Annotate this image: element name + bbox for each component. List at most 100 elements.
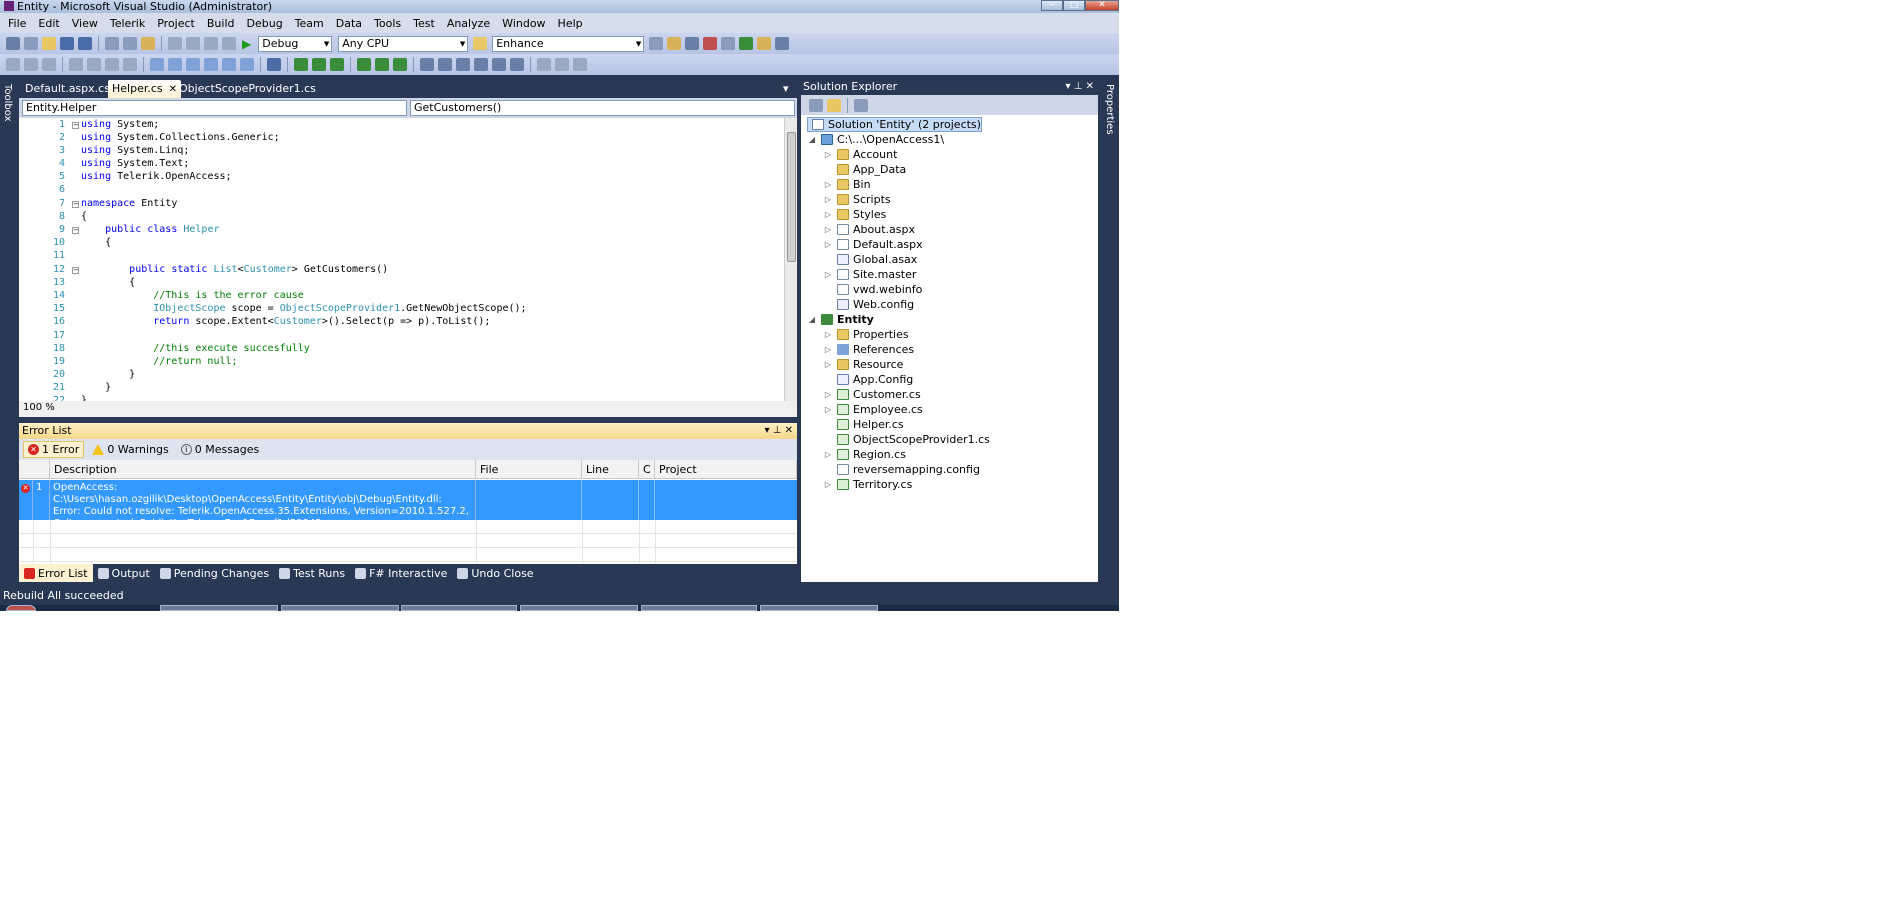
tab-undo-close[interactable]: Undo Close	[452, 564, 538, 582]
extension-manager-icon[interactable]	[739, 37, 754, 50]
close-window-button[interactable]: ✕	[1085, 0, 1119, 11]
collapse-icon[interactable]: −	[72, 267, 79, 274]
increase-indent-icon[interactable]	[87, 58, 101, 71]
command-window-icon[interactable]	[775, 37, 790, 50]
tree-item-reversemapping-config[interactable]: reversemapping.config	[823, 462, 980, 477]
expand-arrow-icon[interactable]: ▷	[823, 477, 833, 492]
copy-icon[interactable]	[123, 37, 137, 50]
column-header-project[interactable]: Project	[655, 460, 797, 479]
save-icon[interactable]	[60, 37, 74, 50]
expand-arrow-icon[interactable]: ▷	[823, 327, 833, 342]
menu-test[interactable]: Test	[407, 17, 441, 30]
solution-platform-combo[interactable]: Any CPU ▼	[338, 35, 469, 52]
align-centers-icon[interactable]	[456, 58, 470, 71]
previous-bookmark-icon[interactable]	[168, 58, 182, 71]
step-over-icon[interactable]	[294, 58, 308, 71]
tab-objectscopeprovider1-cs[interactable]: ObjectScopeProvider1.cs	[175, 80, 320, 98]
menu-data[interactable]: Data	[330, 17, 368, 30]
solution-configuration-combo[interactable]: Debug ▼	[258, 35, 333, 52]
find-combo[interactable]: Enhance ▼	[492, 35, 645, 52]
collapse-arrow-icon[interactable]: ◢	[807, 312, 817, 327]
bookmark-icon[interactable]	[150, 58, 164, 71]
members-combo[interactable]: GetCustomers()	[410, 100, 795, 116]
menu-team[interactable]: Team	[289, 17, 330, 30]
previous-bookmark-folder-icon[interactable]	[204, 58, 218, 71]
add-item-icon[interactable]	[24, 37, 38, 50]
taskbar-button[interactable]	[281, 605, 399, 611]
align-middles-icon[interactable]	[510, 58, 524, 71]
navigate-backward-icon[interactable]	[204, 37, 218, 50]
tree-item-employee-cs[interactable]: ▷ Employee.cs	[823, 402, 923, 417]
menu-tools[interactable]: Tools	[368, 17, 407, 30]
close-icon[interactable]: ✕	[785, 425, 793, 436]
tree-item-scripts[interactable]: ▷ Scripts	[823, 192, 891, 207]
run-all-tests-icon[interactable]	[393, 58, 407, 71]
paste-icon[interactable]	[141, 37, 155, 50]
toolbox-tab[interactable]: Toolbox	[2, 84, 13, 122]
menu-debug[interactable]: Debug	[241, 17, 289, 30]
menu-edit[interactable]: Edit	[32, 17, 65, 30]
expand-arrow-icon[interactable]: ▷	[823, 192, 833, 207]
tree-item-references[interactable]: ▷ References	[823, 342, 914, 357]
tree-item-customer-cs[interactable]: ▷ Customer.cs	[823, 387, 921, 402]
make-same-width-icon[interactable]	[537, 58, 551, 71]
collapse-icon[interactable]: −	[72, 122, 79, 129]
table-row[interactable]: ✕ 1 OpenAccess: C:\Users\hasan.ozgilik\D…	[19, 480, 797, 529]
window-position-icon[interactable]: ▾	[764, 425, 769, 436]
align-rights-icon[interactable]	[474, 58, 488, 71]
run-to-cursor-icon[interactable]	[330, 58, 344, 71]
errors-filter-button[interactable]: ✕ 1 Error	[23, 441, 85, 458]
properties-tab[interactable]: Properties	[1104, 84, 1115, 135]
navigate-forward-icon[interactable]	[222, 37, 236, 50]
expand-arrow-icon[interactable]: ▷	[823, 177, 833, 192]
tab-helper-cs[interactable]: Helper.cs ✕	[108, 80, 182, 98]
scrollbar-thumb[interactable]	[787, 132, 796, 262]
expand-arrow-icon[interactable]: ▷	[823, 222, 833, 237]
undo-icon[interactable]	[168, 37, 182, 50]
tree-item-styles[interactable]: ▷ Styles	[823, 207, 886, 222]
collapse-icon[interactable]: −	[72, 227, 79, 234]
column-header-column[interactable]: C	[639, 460, 655, 479]
tree-item-helper-cs[interactable]: Helper.cs	[823, 417, 904, 432]
zoom-level-combo[interactable]: 100 %	[23, 402, 55, 413]
menu-analyze[interactable]: Analyze	[441, 17, 496, 30]
save-all-icon[interactable]	[78, 37, 92, 50]
properties-window-icon[interactable]	[667, 37, 682, 50]
properties-icon[interactable]	[809, 98, 823, 112]
messages-filter-button[interactable]: i0 Messages	[177, 442, 263, 457]
expand-arrow-icon[interactable]: ▷	[823, 447, 833, 462]
taskbar-button[interactable]	[160, 605, 278, 611]
tab-dropdown-icon[interactable]: ▾	[779, 80, 793, 98]
step-into-icon[interactable]	[267, 58, 281, 71]
tree-item-region-cs[interactable]: ▷ Region.cs	[823, 447, 906, 462]
tab-output[interactable]: Output	[93, 564, 155, 582]
maximize-button[interactable]: □	[1063, 0, 1085, 11]
debug-tests-icon[interactable]	[375, 58, 389, 71]
uncomment-icon[interactable]	[123, 58, 137, 71]
taskbar-button[interactable]	[760, 605, 878, 611]
find-in-files-icon[interactable]	[473, 37, 488, 50]
start-page-icon[interactable]	[757, 37, 772, 50]
pin-icon[interactable]: ⊥	[1074, 81, 1083, 92]
parameter-info-icon[interactable]	[24, 58, 38, 71]
tab-test-runs[interactable]: Test Runs	[274, 564, 350, 582]
tree-item-properties[interactable]: ▷ Properties	[823, 327, 909, 342]
show-all-files-icon[interactable]	[827, 98, 841, 112]
tools-icon[interactable]	[721, 37, 736, 50]
close-icon[interactable]: ✕	[1086, 81, 1094, 92]
code-editor[interactable]: 1 2 3 4 5 6 7 8 9 10 11 12 13 14 15 16 1…	[19, 118, 797, 401]
tab-pending-changes[interactable]: Pending Changes	[155, 564, 274, 582]
expand-arrow-icon[interactable]: ▷	[823, 237, 833, 252]
tree-item-about-aspx[interactable]: ▷ About.aspx	[823, 222, 915, 237]
warnings-filter-button[interactable]: 0 Warnings	[88, 442, 172, 457]
make-same-size-icon[interactable]	[573, 58, 587, 71]
tree-item-territory-cs[interactable]: ▷ Territory.cs	[823, 477, 912, 492]
tree-item-website[interactable]: ◢ C:\...\OpenAccess1\	[807, 132, 944, 147]
word-completion-icon[interactable]	[42, 58, 56, 71]
window-position-icon[interactable]: ▾	[1065, 81, 1070, 92]
refresh-icon[interactable]	[854, 98, 868, 112]
column-header-file[interactable]: File	[476, 460, 582, 479]
expand-arrow-icon[interactable]: ▷	[823, 207, 833, 222]
toolbox-icon[interactable]	[703, 37, 718, 50]
make-same-height-icon[interactable]	[555, 58, 569, 71]
